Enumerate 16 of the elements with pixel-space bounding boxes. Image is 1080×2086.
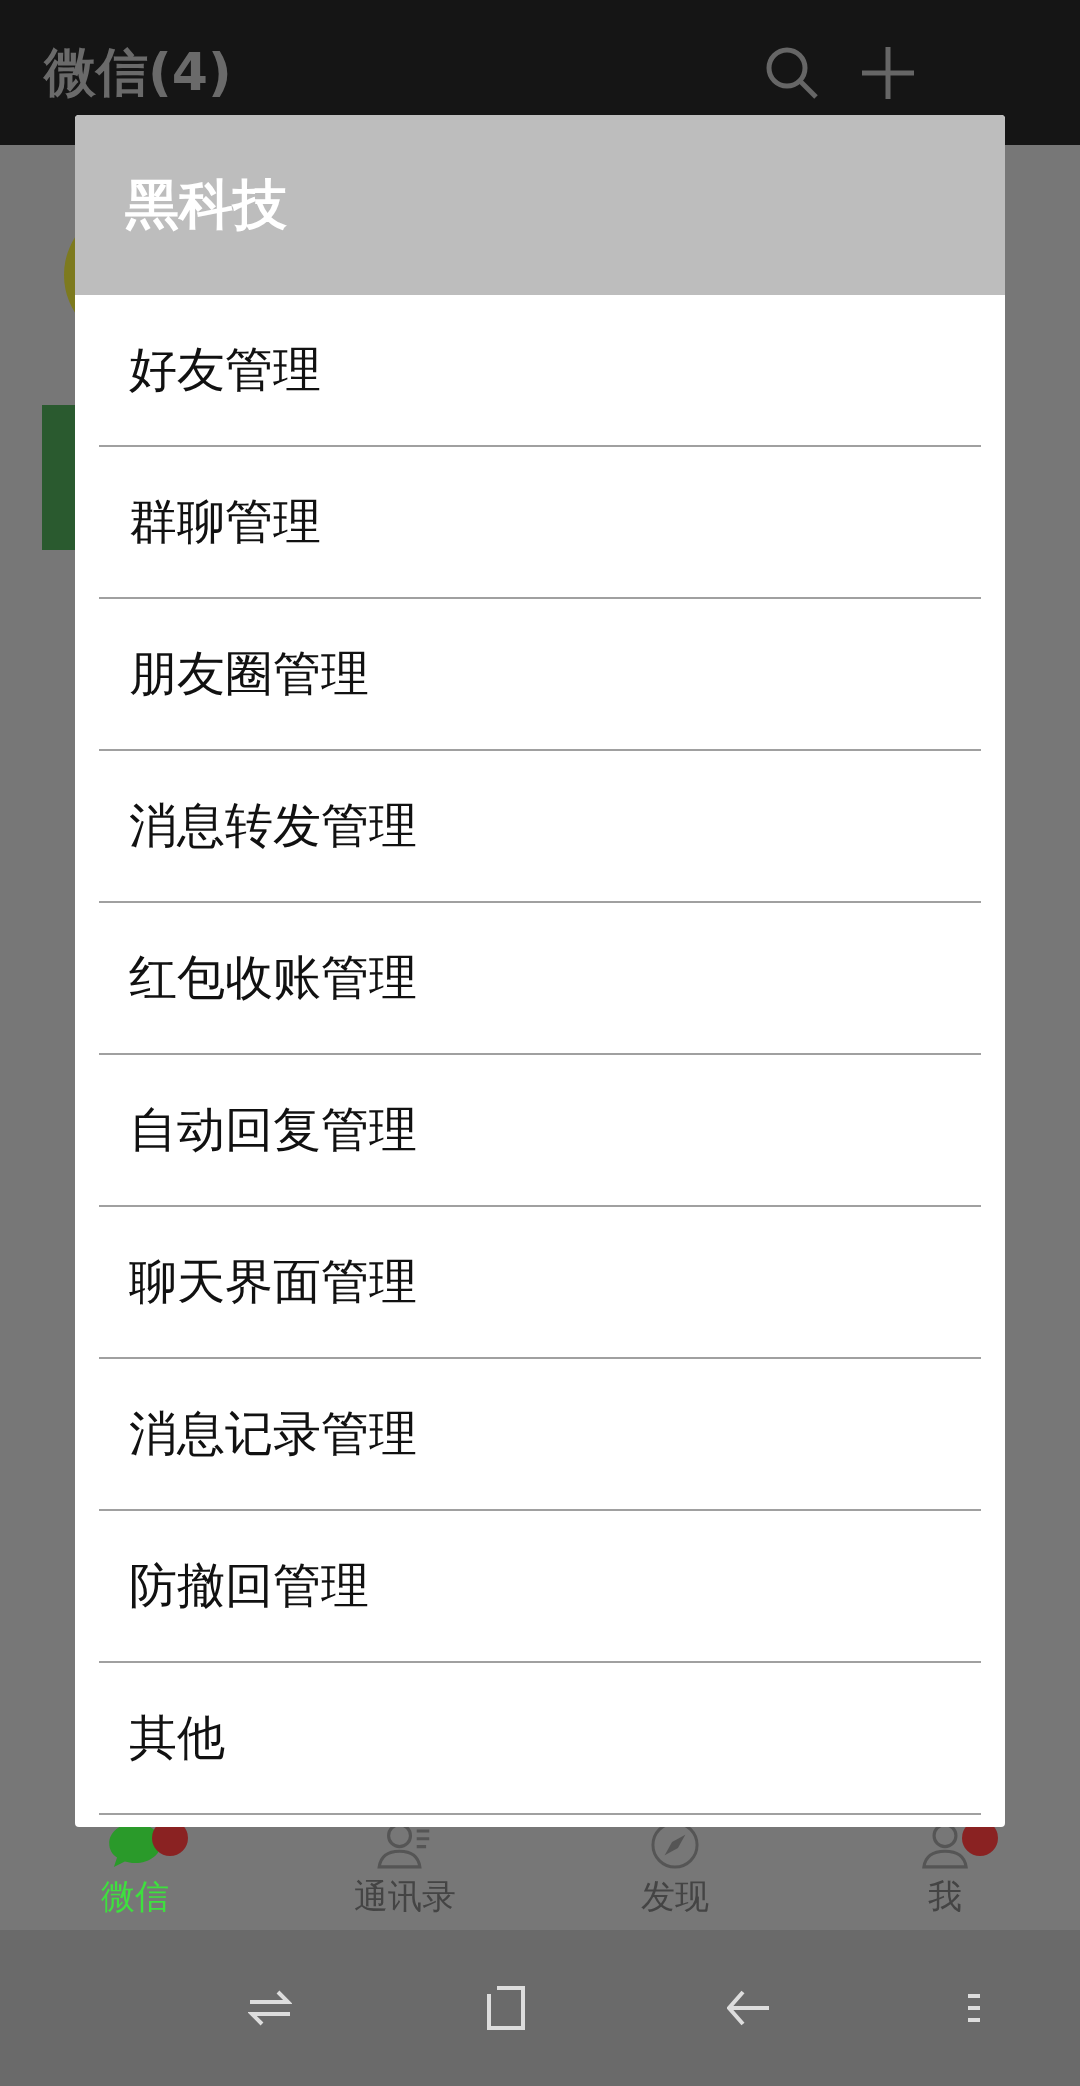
menu-item[interactable]: 好友管理 — [99, 295, 981, 447]
dialog-title: 黑科技 — [125, 171, 287, 238]
menu-item[interactable]: 消息转发管理 — [99, 751, 981, 903]
menu-item[interactable]: 群聊管理 — [99, 447, 981, 599]
menu-item[interactable]: 防撤回管理 — [99, 1511, 981, 1663]
back-arrow-icon[interactable] — [726, 1988, 771, 2028]
switch-arrows-icon[interactable] — [247, 1988, 292, 2028]
menu-item[interactable]: 其他 — [99, 1663, 981, 1815]
plus-icon[interactable] — [860, 44, 916, 101]
app-title: 微信(4) — [44, 40, 233, 104]
menu-item[interactable]: 红包收账管理 — [99, 903, 981, 1055]
menu-item[interactable]: 朋友圈管理 — [99, 599, 981, 751]
menu-item[interactable]: 消息记录管理 — [99, 1359, 981, 1511]
menu-icon[interactable] — [966, 1993, 983, 2023]
menu-item[interactable]: 聊天界面管理 — [99, 1207, 981, 1359]
menu-item[interactable]: 自动回复管理 — [99, 1055, 981, 1207]
